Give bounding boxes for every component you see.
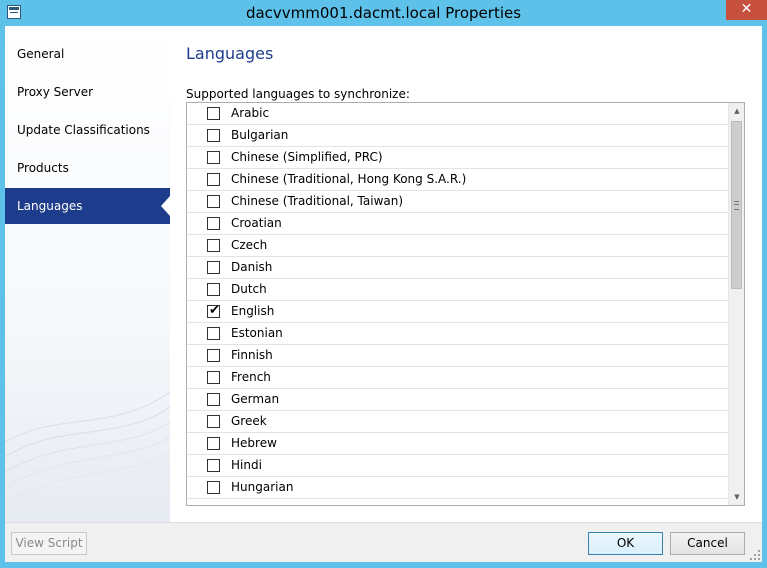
language-label: Hebrew bbox=[231, 436, 277, 450]
language-row[interactable]: Croatian bbox=[187, 213, 728, 235]
language-label: Finnish bbox=[231, 348, 273, 362]
main-panel: Languages Supported languages to synchro… bbox=[170, 26, 762, 522]
language-row[interactable]: Estonian bbox=[187, 323, 728, 345]
language-label: Dutch bbox=[231, 282, 267, 296]
sidebar-item-label: Languages bbox=[17, 199, 83, 213]
language-checkbox[interactable] bbox=[207, 173, 220, 186]
selected-pointer-icon bbox=[161, 196, 170, 216]
languages-scrollbar[interactable]: ▲ ▼ bbox=[728, 103, 744, 505]
language-checkbox[interactable] bbox=[207, 371, 220, 384]
language-checkbox[interactable] bbox=[207, 481, 220, 494]
language-row[interactable]: Chinese (Simplified, PRC) bbox=[187, 147, 728, 169]
language-checkbox[interactable] bbox=[207, 107, 220, 120]
language-label: Greek bbox=[231, 414, 267, 428]
language-checkbox[interactable] bbox=[207, 349, 220, 362]
language-label: Estonian bbox=[231, 326, 283, 340]
scroll-thumb[interactable] bbox=[731, 121, 742, 289]
language-row[interactable]: Bulgarian bbox=[187, 125, 728, 147]
language-row[interactable]: French bbox=[187, 367, 728, 389]
dialog-footer: View Script OK Cancel bbox=[5, 522, 762, 562]
language-row[interactable]: Arabic bbox=[187, 103, 728, 125]
language-checkbox[interactable] bbox=[207, 437, 220, 450]
language-checkbox[interactable] bbox=[207, 393, 220, 406]
language-label: English bbox=[231, 304, 275, 318]
close-icon: ✕ bbox=[740, 1, 753, 17]
language-label: Chinese (Traditional, Taiwan) bbox=[231, 194, 404, 208]
language-label: German bbox=[231, 392, 280, 406]
language-row[interactable]: Chinese (Traditional, Hong Kong S.A.R.) bbox=[187, 169, 728, 191]
language-row[interactable]: Danish bbox=[187, 257, 728, 279]
language-checkbox[interactable]: ✔ bbox=[207, 303, 220, 318]
language-label: Danish bbox=[231, 260, 273, 274]
window-title: dacvvmm001.dacmt.local Properties bbox=[245, 4, 522, 22]
language-checkbox[interactable] bbox=[207, 239, 220, 252]
language-label: Czech bbox=[231, 238, 268, 252]
sidebar-item-proxy-server[interactable]: Proxy Server bbox=[5, 74, 170, 110]
language-label: Chinese (Traditional, Hong Kong S.A.R.) bbox=[231, 172, 467, 186]
languages-listbox[interactable]: Arabic Bulgarian Chinese (Simplified, PRC)… bbox=[186, 102, 745, 506]
languages-list-label: Supported languages to synchronize: bbox=[186, 87, 410, 101]
language-label: Croatian bbox=[231, 216, 282, 230]
language-row[interactable]: Hebrew bbox=[187, 433, 728, 455]
language-row[interactable]: Chinese (Traditional, Taiwan) bbox=[187, 191, 728, 213]
properties-window: dacvvmm001.dacmt.local Properties ✕ Gene… bbox=[0, 0, 767, 568]
cancel-button[interactable]: Cancel bbox=[670, 532, 745, 555]
language-checkbox[interactable] bbox=[207, 327, 220, 340]
sidebar-item-general[interactable]: General bbox=[5, 36, 170, 72]
language-checkbox[interactable] bbox=[207, 415, 220, 428]
sidebar-background-swoosh bbox=[5, 391, 170, 503]
language-row[interactable]: Hindi bbox=[187, 455, 728, 477]
title-bar[interactable]: dacvvmm001.dacmt.local Properties ✕ bbox=[0, 0, 767, 26]
sidebar-item-label: Products bbox=[17, 161, 69, 175]
language-row[interactable]: Greek bbox=[187, 411, 728, 433]
language-row[interactable]: Hungarian bbox=[187, 477, 728, 499]
language-label: Hungarian bbox=[231, 480, 294, 494]
ok-button[interactable]: OK bbox=[588, 532, 663, 555]
language-checkbox[interactable] bbox=[207, 129, 220, 142]
language-checkbox[interactable] bbox=[207, 151, 220, 164]
language-row[interactable]: Czech bbox=[187, 235, 728, 257]
languages-rows: Arabic Bulgarian Chinese (Simplified, PRC)… bbox=[187, 103, 728, 499]
scroll-up-arrow-icon[interactable]: ▲ bbox=[729, 103, 744, 119]
language-checkbox[interactable] bbox=[207, 261, 220, 274]
language-checkbox[interactable] bbox=[207, 217, 220, 230]
language-checkbox[interactable] bbox=[207, 195, 220, 208]
language-checkbox[interactable] bbox=[207, 459, 220, 472]
language-label: Arabic bbox=[231, 106, 270, 120]
sidebar-item-label: General bbox=[17, 47, 65, 61]
language-label: Hindi bbox=[231, 458, 262, 472]
checkmark-icon: ✔ bbox=[209, 303, 220, 318]
sidebar-item-products[interactable]: Products bbox=[5, 150, 170, 186]
resize-grip-icon[interactable] bbox=[750, 550, 760, 560]
language-row[interactable]: Dutch bbox=[187, 279, 728, 301]
language-label: Chinese (Simplified, PRC) bbox=[231, 150, 383, 164]
dialog-client-area: General Proxy Server Update Classification… bbox=[5, 26, 762, 562]
scroll-down-arrow-icon[interactable]: ▼ bbox=[729, 489, 744, 505]
language-checkbox[interactable] bbox=[207, 283, 220, 296]
language-label: Bulgarian bbox=[231, 128, 289, 142]
section-title: Languages bbox=[186, 44, 274, 63]
language-row[interactable]: German bbox=[187, 389, 728, 411]
language-label: French bbox=[231, 370, 271, 384]
view-script-button[interactable]: View Script bbox=[11, 532, 87, 555]
sidebar-item-label: Proxy Server bbox=[17, 85, 94, 99]
sidebar: General Proxy Server Update Classification… bbox=[5, 26, 170, 522]
close-button[interactable]: ✕ bbox=[726, 0, 767, 20]
sidebar-item-languages[interactable]: Languages bbox=[5, 188, 170, 224]
scroll-grip-icon bbox=[734, 201, 739, 210]
language-row[interactable]: Finnish bbox=[187, 345, 728, 367]
language-row[interactable]: ✔ English bbox=[187, 301, 728, 323]
sidebar-item-update-classifications[interactable]: Update Classifications bbox=[5, 112, 170, 148]
sidebar-item-label: Update Classifications bbox=[17, 123, 150, 137]
